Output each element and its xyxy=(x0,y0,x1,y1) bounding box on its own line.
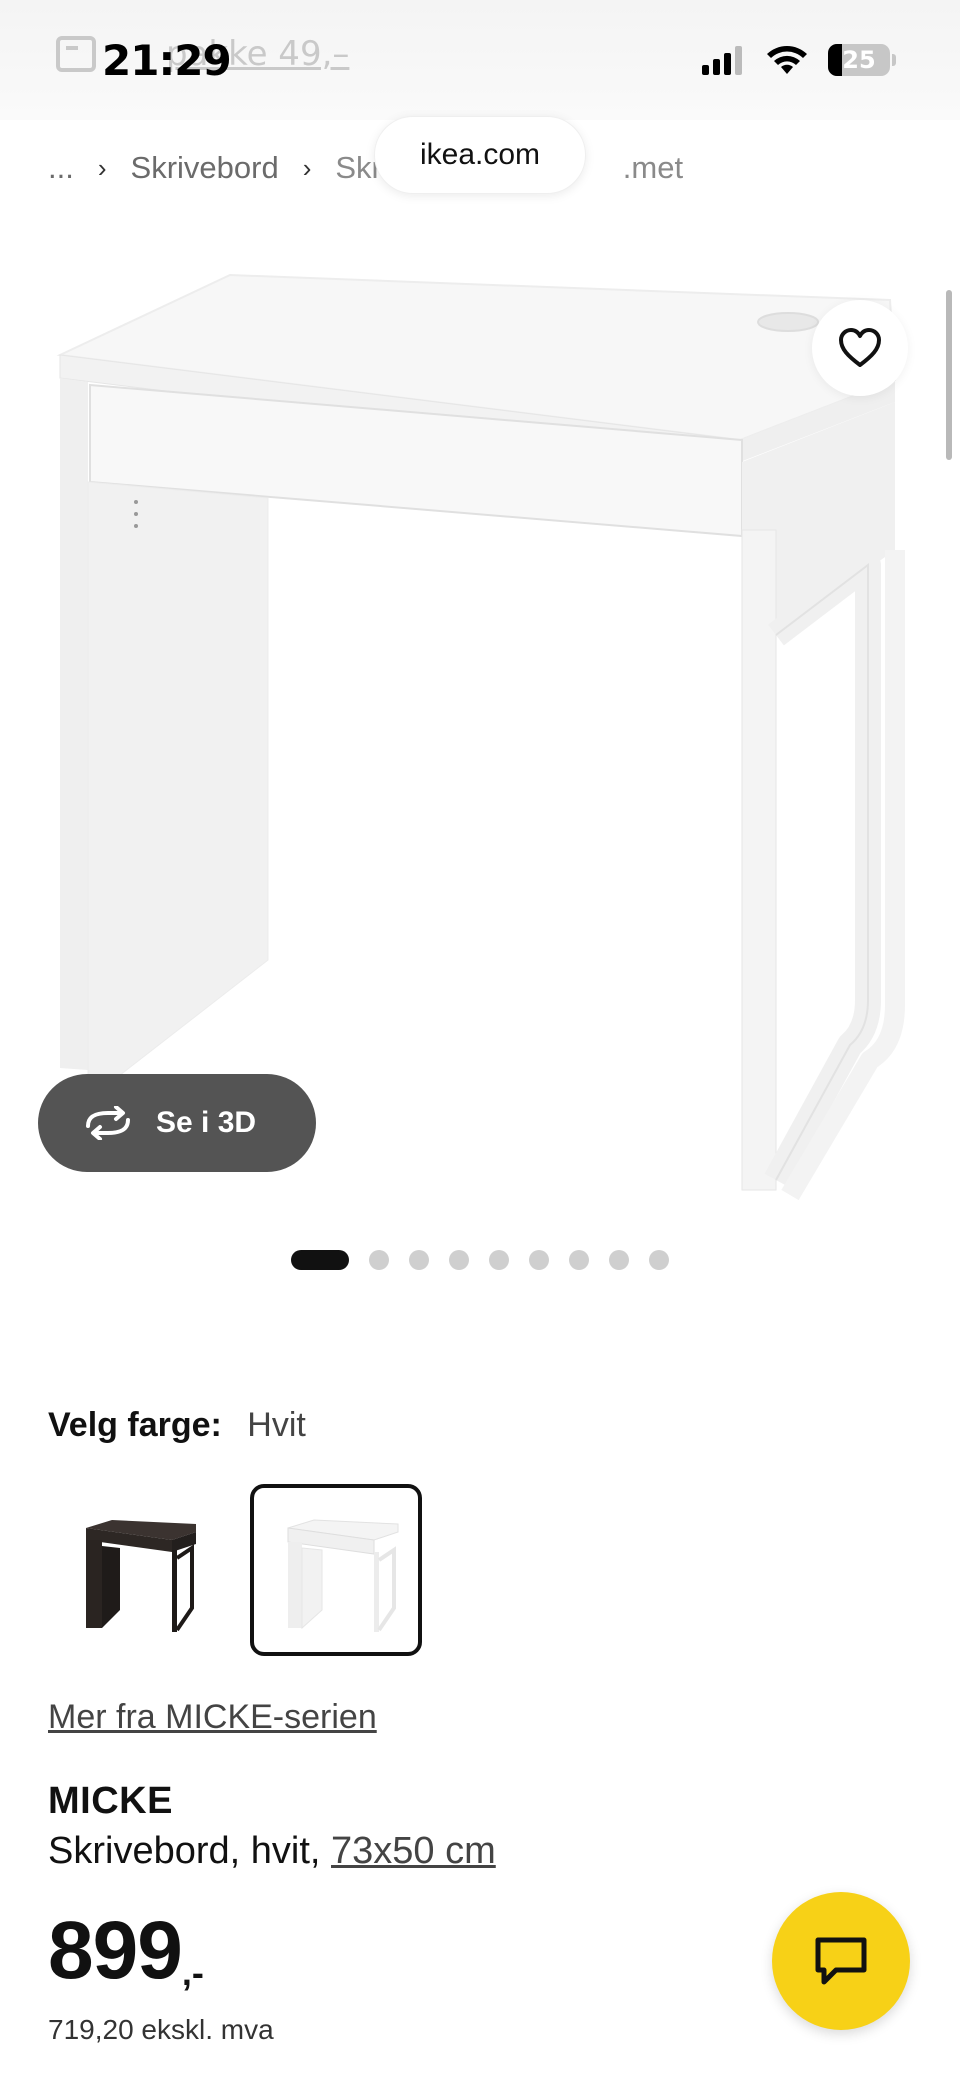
product-dimensions-link[interactable]: 73x50 cm xyxy=(331,1830,496,1872)
url-bar[interactable]: ikea.com xyxy=(374,116,586,194)
see-in-3d-button[interactable]: Se i 3D xyxy=(38,1074,316,1172)
product-name: MICKE xyxy=(48,1780,173,1822)
colour-label: Velg farge: xyxy=(48,1406,222,1444)
breadcrumb-skrivebord[interactable]: Skrivebord xyxy=(131,150,279,186)
carousel-dot-2[interactable] xyxy=(369,1250,389,1270)
status-bar: pakke 49,– 21:29 25 xyxy=(0,0,960,120)
rotate-3d-icon xyxy=(86,1106,130,1140)
colour-value: Hvit xyxy=(247,1406,306,1444)
chevron-right-icon: › xyxy=(302,152,312,183)
clock: 21:29 xyxy=(102,36,232,85)
battery-level: 25 xyxy=(842,46,876,74)
carousel-dot-8[interactable] xyxy=(609,1250,629,1270)
product-description: Skrivebord, hvit, 73x50 cm xyxy=(48,1830,496,1873)
breadcrumb-current-tail[interactable]: .met xyxy=(623,150,683,186)
breadcrumb: ... › Skrivebord › Skri .met xyxy=(48,150,683,186)
desk-white-thumbnail xyxy=(287,1519,399,1632)
favourite-button[interactable] xyxy=(812,300,908,396)
chat-icon xyxy=(815,1937,867,1985)
swatch-white[interactable] xyxy=(250,1484,422,1656)
product-type: Skrivebord, hvit, xyxy=(48,1830,321,1872)
chat-button[interactable] xyxy=(772,1892,910,2030)
carousel-dot-7[interactable] xyxy=(569,1250,589,1270)
product-price: 899 ,- xyxy=(48,1910,204,1994)
see-in-3d-label: Se i 3D xyxy=(156,1106,257,1139)
battery-tip xyxy=(892,54,896,66)
price-value: 899 xyxy=(48,1905,183,1996)
carousel-dot-9[interactable] xyxy=(649,1250,669,1270)
carousel-dot-5[interactable] xyxy=(489,1250,509,1270)
desk-black-brown-thumbnail xyxy=(86,1520,196,1632)
price-ex-vat: 719,20 ekskl. mva xyxy=(48,2014,274,2045)
heart-icon xyxy=(839,328,881,367)
cellular-signal-icon xyxy=(702,46,742,75)
series-link[interactable]: Mer fra MICKE-serien xyxy=(48,1698,377,1737)
colour-swatches xyxy=(48,1484,422,1656)
delivery-box-icon xyxy=(56,36,96,72)
carousel-dot-6[interactable] xyxy=(529,1250,549,1270)
product-image[interactable] xyxy=(0,230,960,1210)
wifi-icon xyxy=(767,46,807,74)
chevron-right-icon: › xyxy=(97,152,107,183)
breadcrumb-ellipsis[interactable]: ... xyxy=(48,150,74,186)
system-icons: 25 xyxy=(702,44,896,76)
image-carousel-dots xyxy=(0,1250,960,1270)
carousel-dot-3[interactable] xyxy=(409,1250,429,1270)
carousel-dot-4[interactable] xyxy=(449,1250,469,1270)
scroll-indicator[interactable] xyxy=(946,290,952,460)
swatch-black-brown[interactable] xyxy=(48,1484,220,1656)
url-text[interactable]: ikea.com xyxy=(420,138,540,172)
price-suffix: ,- xyxy=(181,1952,204,1993)
colour-selector-label: Velg farge: Hvit xyxy=(48,1406,306,1445)
battery-icon: 25 xyxy=(828,44,890,76)
carousel-dot-1[interactable] xyxy=(291,1250,349,1270)
